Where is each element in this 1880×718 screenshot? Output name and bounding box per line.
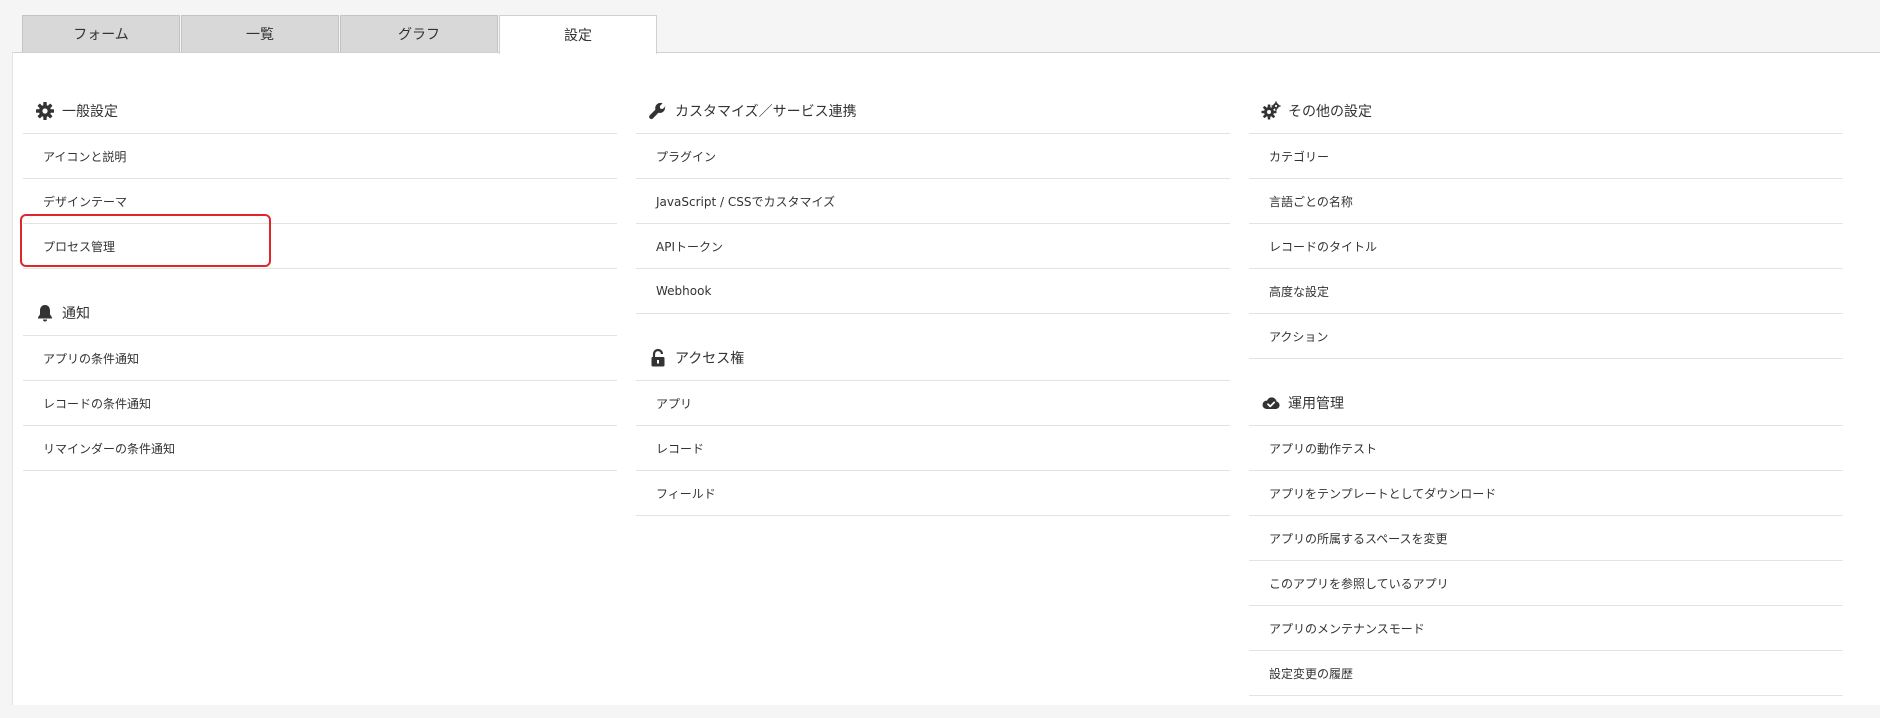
menu-item-api-token[interactable]: APIトークン <box>636 224 1230 269</box>
menu-item-access-field[interactable]: フィールド <box>636 471 1230 516</box>
menu-item-change-history[interactable]: 設定変更の履歴 <box>1249 651 1843 696</box>
bell-icon <box>38 305 52 322</box>
section-customize: カスタマイズ／サービス連携 プラグイン JavaScript / CSSでカスタ… <box>636 89 1230 314</box>
menu-item-referencing-apps[interactable]: このアプリを参照しているアプリ <box>1249 561 1843 606</box>
menu-item-language-names[interactable]: 言語ごとの名称 <box>1249 179 1843 224</box>
menu-item-action[interactable]: アクション <box>1249 314 1843 359</box>
section-title: アクセス権 <box>675 351 745 367</box>
section-header: アクセス権 <box>636 336 1230 381</box>
menu-item-webhook[interactable]: Webhook <box>636 269 1230 314</box>
gears-icon <box>1261 101 1281 120</box>
menu-item-js-css-customize[interactable]: JavaScript / CSSでカスタマイズ <box>636 179 1230 224</box>
gear-icon <box>36 102 54 120</box>
menu-item-icon-description[interactable]: アイコンと説明 <box>23 134 617 179</box>
section-notification: 通知 アプリの条件通知 レコードの条件通知 リマインダーの条件通知 <box>23 291 617 471</box>
menu-item-access-app[interactable]: アプリ <box>636 381 1230 426</box>
section-operations: 運用管理 アプリの動作テスト アプリをテンプレートとしてダウンロード アプリの所… <box>1249 381 1843 696</box>
menu-item-process-management[interactable]: プロセス管理 <box>23 224 617 269</box>
menu-item-design-theme[interactable]: デザインテーマ <box>23 179 617 224</box>
tab-settings[interactable]: 設定 <box>499 15 657 54</box>
settings-column-2: カスタマイズ／サービス連携 プラグイン JavaScript / CSSでカスタ… <box>636 89 1230 538</box>
menu-item-advanced-settings[interactable]: 高度な設定 <box>1249 269 1843 314</box>
section-access: アクセス権 アプリ レコード フィールド <box>636 336 1230 516</box>
section-header: その他の設定 <box>1249 89 1843 134</box>
settings-column-3: その他の設定 カテゴリー 言語ごとの名称 レコードのタイトル 高度な設定 アクシ… <box>1249 89 1843 718</box>
section-title: 運用管理 <box>1288 396 1344 412</box>
section-header: 運用管理 <box>1249 381 1843 426</box>
menu-item-record-title[interactable]: レコードのタイトル <box>1249 224 1843 269</box>
tab-graph[interactable]: グラフ <box>340 15 498 52</box>
menu-item-app-notification[interactable]: アプリの条件通知 <box>23 336 617 381</box>
section-other: その他の設定 カテゴリー 言語ごとの名称 レコードのタイトル 高度な設定 アクシ… <box>1249 89 1843 359</box>
menu-item-record-notification[interactable]: レコードの条件通知 <box>23 381 617 426</box>
section-header: カスタマイズ／サービス連携 <box>636 89 1230 134</box>
section-title: その他の設定 <box>1288 104 1372 120</box>
tab-form[interactable]: フォーム <box>22 15 180 52</box>
menu-item-plugin[interactable]: プラグイン <box>636 134 1230 179</box>
menu-item-download-template[interactable]: アプリをテンプレートとしてダウンロード <box>1249 471 1843 516</box>
menu-item-category[interactable]: カテゴリー <box>1249 134 1843 179</box>
section-header: 一般設定 <box>23 89 617 134</box>
section-general: 一般設定 アイコンと説明 デザインテーマ プロセス管理 <box>23 89 617 269</box>
menu-item-access-record[interactable]: レコード <box>636 426 1230 471</box>
menu-item-maintenance-mode[interactable]: アプリのメンテナンスモード <box>1249 606 1843 651</box>
cloud-check-icon <box>1262 397 1280 409</box>
tab-bar: フォーム 一覧 グラフ 設定 <box>22 15 658 54</box>
section-header: 通知 <box>23 291 617 336</box>
settings-panel: 一般設定 アイコンと説明 デザインテーマ プロセス管理 通知 アプリの条件通知 … <box>12 52 1880 705</box>
menu-item-app-test[interactable]: アプリの動作テスト <box>1249 426 1843 471</box>
section-title: 一般設定 <box>62 104 118 120</box>
section-title: カスタマイズ／サービス連携 <box>675 104 857 120</box>
unlock-icon <box>651 348 665 367</box>
menu-item-reminder-notification[interactable]: リマインダーの条件通知 <box>23 426 617 471</box>
settings-column-1: 一般設定 アイコンと説明 デザインテーマ プロセス管理 通知 アプリの条件通知 … <box>23 89 617 493</box>
menu-item-change-space[interactable]: アプリの所属するスペースを変更 <box>1249 516 1843 561</box>
wrench-icon <box>649 102 666 120</box>
tab-list[interactable]: 一覧 <box>181 15 339 52</box>
section-title: 通知 <box>62 306 90 322</box>
